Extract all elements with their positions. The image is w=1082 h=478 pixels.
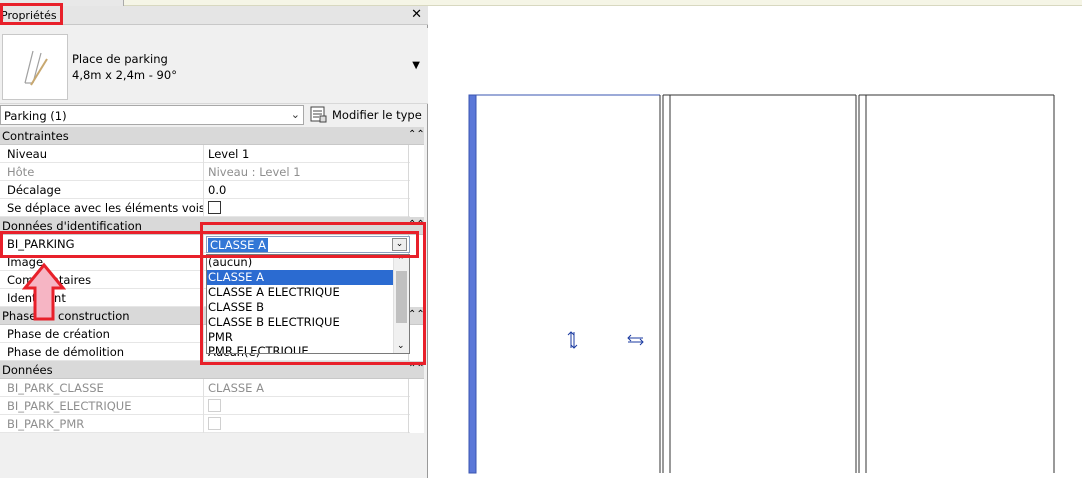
pmr-checkbox bbox=[208, 417, 221, 430]
row-bi-park-pmr: BI_PARK_PMR bbox=[0, 415, 424, 433]
instance-filter-select[interactable]: Parking (1) ⌄ bbox=[0, 105, 304, 125]
voisins-checkbox[interactable] bbox=[208, 201, 221, 214]
option-classe-a-electrique[interactable]: CLASSE A ELECTRIQUE bbox=[207, 285, 393, 300]
row-hote: Hôte Niveau : Level 1 bbox=[0, 163, 424, 181]
collapse-icon[interactable]: ⌃⌃ bbox=[408, 129, 425, 140]
parking-thumbnail-icon bbox=[2, 34, 68, 100]
row-voisins[interactable]: Se déplace avec les éléments voisins bbox=[0, 199, 424, 217]
selected-wall[interactable] bbox=[468, 94, 477, 474]
option-pmr-electrique[interactable]: PMR ELECTRIQUE bbox=[207, 344, 393, 353]
bi-parking-options-list[interactable]: (aucun) CLASSE A CLASSE A ELECTRIQUE CLA… bbox=[206, 254, 410, 354]
electrique-checkbox bbox=[208, 399, 221, 412]
arrow-up-annotation-icon bbox=[22, 262, 66, 321]
type-dropdown-arrow-icon[interactable]: ▼ bbox=[412, 60, 420, 71]
parking-drawing bbox=[468, 94, 1055, 474]
collapse-icon[interactable]: ⌃⌃ bbox=[408, 363, 425, 374]
row-bi-park-electrique: BI_PARK_ELECTRIQUE bbox=[0, 397, 424, 415]
edit-type-button[interactable]: Modifier le type bbox=[309, 105, 425, 125]
flip-horizontal-icon[interactable] bbox=[627, 334, 644, 346]
type-name: Place de parking bbox=[72, 52, 168, 66]
panel-title: Propriétés bbox=[1, 9, 57, 22]
bi-parking-selected: CLASSE A bbox=[208, 238, 268, 252]
instance-filter-value: Parking (1) bbox=[4, 109, 67, 123]
type-selector[interactable]: Place de parking 4,8m x 2,4m - 90° ▼ bbox=[0, 28, 428, 104]
close-icon[interactable]: ✕ bbox=[411, 7, 422, 22]
scroll-thumb[interactable] bbox=[396, 271, 407, 323]
option-classe-b[interactable]: CLASSE B bbox=[207, 300, 393, 315]
edit-type-label: Modifier le type bbox=[332, 108, 422, 122]
scroll-down-icon[interactable]: ⌄ bbox=[397, 341, 405, 351]
section-contraintes[interactable]: Contraintes ⌃⌃ bbox=[0, 127, 425, 145]
section-identification[interactable]: Données d'identification ⌃⌃ bbox=[0, 217, 425, 235]
bi-parking-combobox[interactable]: CLASSE A ⌄ bbox=[206, 236, 410, 253]
scroll-up-icon[interactable]: ⌃ bbox=[397, 256, 405, 266]
option-pmr[interactable]: PMR bbox=[207, 330, 393, 345]
flip-vertical-icon[interactable] bbox=[567, 331, 578, 349]
row-bi-park-classe: BI_PARK_CLASSE CLASSE A bbox=[0, 379, 424, 397]
row-niveau[interactable]: Niveau Level 1 bbox=[0, 145, 424, 163]
option-aucun[interactable]: (aucun) bbox=[207, 255, 393, 270]
chevron-down-icon[interactable]: ⌄ bbox=[392, 238, 407, 251]
collapse-icon[interactable]: ⌃⌃ bbox=[408, 309, 425, 320]
collapse-icon[interactable]: ⌃⌃ bbox=[408, 219, 425, 230]
option-classe-a[interactable]: CLASSE A bbox=[207, 270, 393, 285]
option-classe-b-electrique[interactable]: CLASSE B ELECTRIQUE bbox=[207, 315, 393, 330]
list-scrollbar[interactable]: ⌃ ⌄ bbox=[393, 255, 409, 353]
properties-titlebar: Propriétés ✕ bbox=[0, 6, 428, 25]
chevron-down-icon[interactable]: ⌄ bbox=[291, 108, 300, 121]
row-decalage[interactable]: Décalage 0.0 bbox=[0, 181, 424, 199]
section-donnees[interactable]: Données ⌃⌃ bbox=[0, 361, 425, 379]
type-size: 4,8m x 2,4m - 90° bbox=[72, 68, 177, 82]
edit-type-icon bbox=[310, 106, 327, 123]
drawing-canvas[interactable] bbox=[432, 6, 1082, 478]
